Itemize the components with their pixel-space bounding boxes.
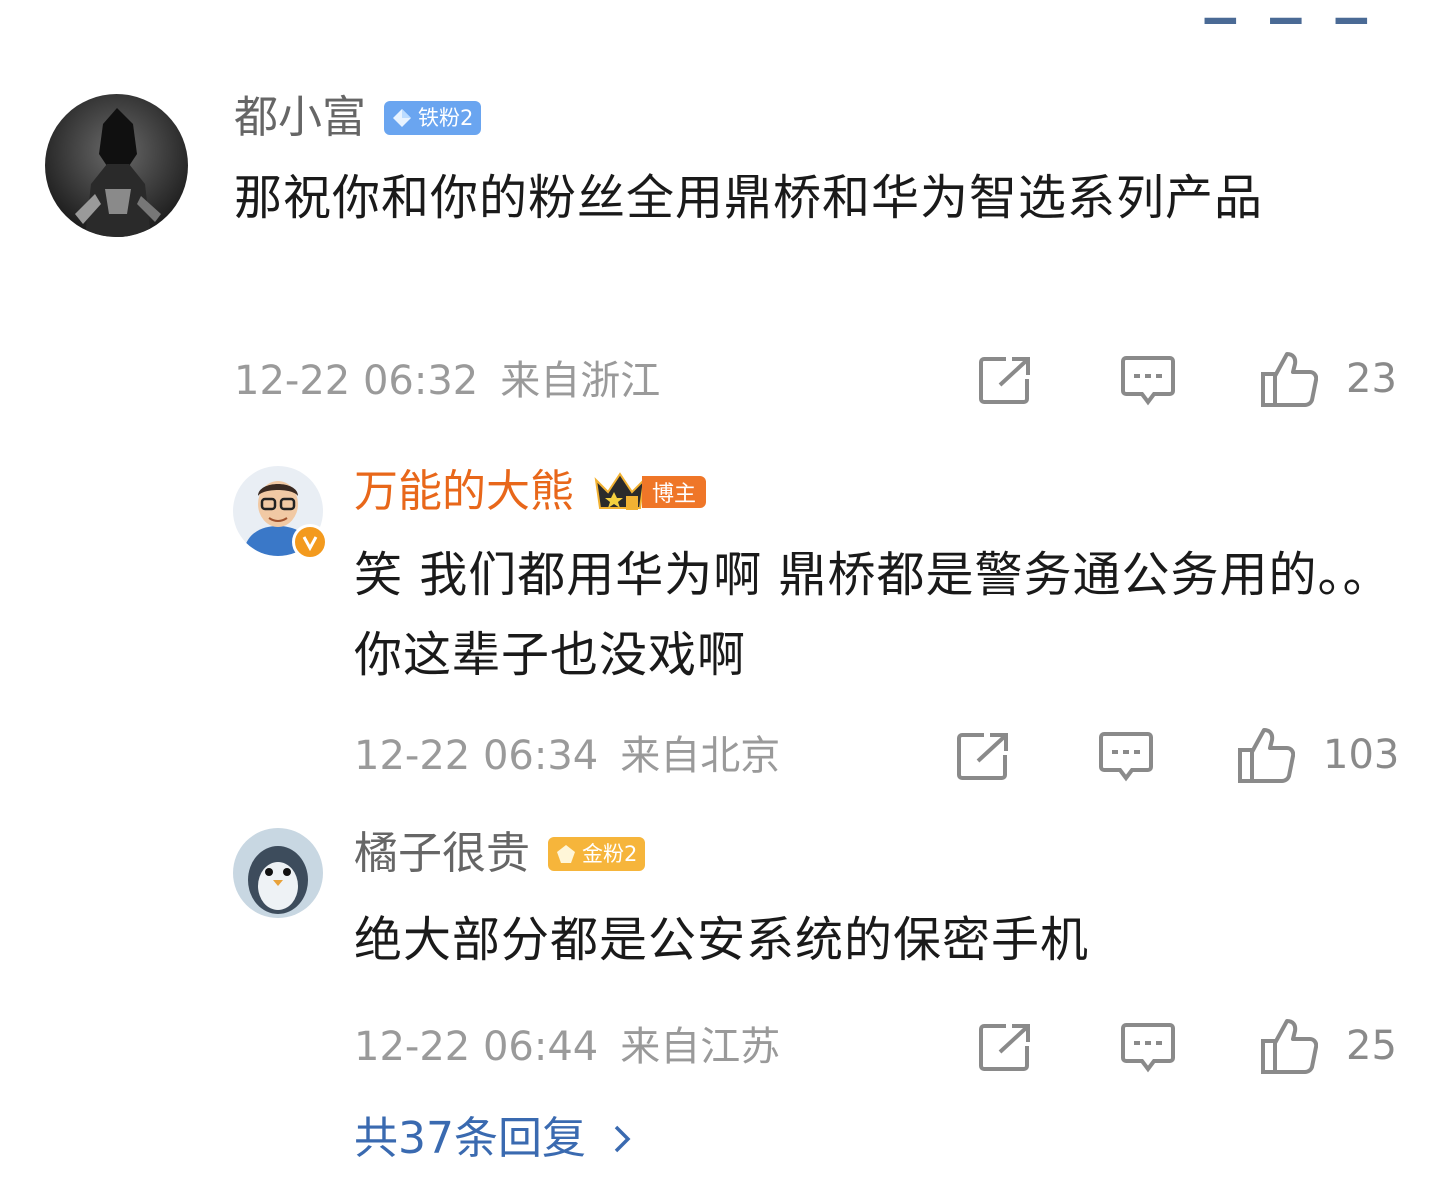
name-row: 万能的大熊 博主 xyxy=(354,470,707,514)
crown-icon xyxy=(594,472,646,510)
thumbs-up-icon xyxy=(1261,352,1318,407)
like-count: 23 xyxy=(1346,356,1397,402)
timestamp: 12-22 06:34 xyxy=(354,733,599,779)
badge-label: 博主 xyxy=(642,476,707,508)
like-button[interactable]: 103 xyxy=(1237,726,1399,784)
share-button[interactable] xyxy=(956,731,1010,781)
badge-label: 铁粉2 xyxy=(418,105,474,130)
username[interactable]: 橘子很贵 xyxy=(354,832,530,876)
share-button[interactable] xyxy=(978,1022,1032,1072)
share-icon xyxy=(957,733,1008,780)
fan-badge: 铁粉2 xyxy=(384,101,482,135)
thumbs-up-icon xyxy=(1261,1019,1318,1074)
username[interactable]: 都小富 xyxy=(234,96,366,140)
fan-badge: 金粉2 xyxy=(548,837,646,871)
chevron-right-icon xyxy=(614,1125,631,1153)
comment-icon xyxy=(1099,732,1153,782)
clipped-header-text: ▁▔▁▔▁ xyxy=(1205,0,1369,24)
like-count: 103 xyxy=(1323,732,1400,778)
more-replies-label: 共37条回复 xyxy=(354,1113,586,1164)
diamond-icon xyxy=(393,109,411,127)
like-button[interactable]: 25 xyxy=(1260,1017,1397,1075)
pentagon-icon xyxy=(557,845,575,863)
name-row: 橘子很贵 金粉2 xyxy=(354,832,646,876)
comment-meta: 12-22 06:34 来自北京 xyxy=(354,736,780,776)
reply-button[interactable] xyxy=(1120,1022,1176,1074)
location: 来自江苏 xyxy=(620,1024,781,1070)
share-button[interactable] xyxy=(978,355,1032,405)
comment-meta: 12-22 06:32 来自浙江 xyxy=(234,361,660,401)
like-count: 25 xyxy=(1346,1023,1397,1069)
share-icon xyxy=(979,1024,1030,1071)
comment-text: 那祝你和你的粉丝全用鼎桥和华为智选系列产品 xyxy=(234,170,1264,226)
avatar[interactable] xyxy=(233,828,323,918)
avatar[interactable] xyxy=(45,94,188,237)
name-row: 都小富 铁粉2 xyxy=(234,96,482,140)
comment-text: 笑 我们都用华为啊 鼎桥都是警务通公务用的。。你这辈子也没戏啊 xyxy=(354,547,1392,683)
timestamp: 12-22 06:32 xyxy=(234,358,479,404)
comment-icon xyxy=(1121,356,1175,406)
location: 来自浙江 xyxy=(500,358,661,404)
badge-label: 金粉2 xyxy=(582,841,638,866)
timestamp: 12-22 06:44 xyxy=(354,1024,599,1070)
comment-text: 绝大部分都是公安系统的保密手机 xyxy=(354,912,1090,968)
like-button[interactable]: 23 xyxy=(1260,350,1397,408)
reply-button[interactable] xyxy=(1098,731,1154,783)
location: 来自北京 xyxy=(620,733,781,779)
share-icon xyxy=(979,357,1030,404)
more-replies-link[interactable]: 共37条回复 xyxy=(354,1117,632,1161)
reply-button[interactable] xyxy=(1120,355,1176,407)
comment-icon xyxy=(1121,1023,1175,1073)
thumbs-up-icon xyxy=(1238,728,1295,783)
username[interactable]: 万能的大熊 xyxy=(354,470,574,514)
comment-meta: 12-22 06:44 来自江苏 xyxy=(354,1027,780,1067)
host-badge: 博主 xyxy=(592,470,707,514)
verified-icon xyxy=(292,524,328,560)
